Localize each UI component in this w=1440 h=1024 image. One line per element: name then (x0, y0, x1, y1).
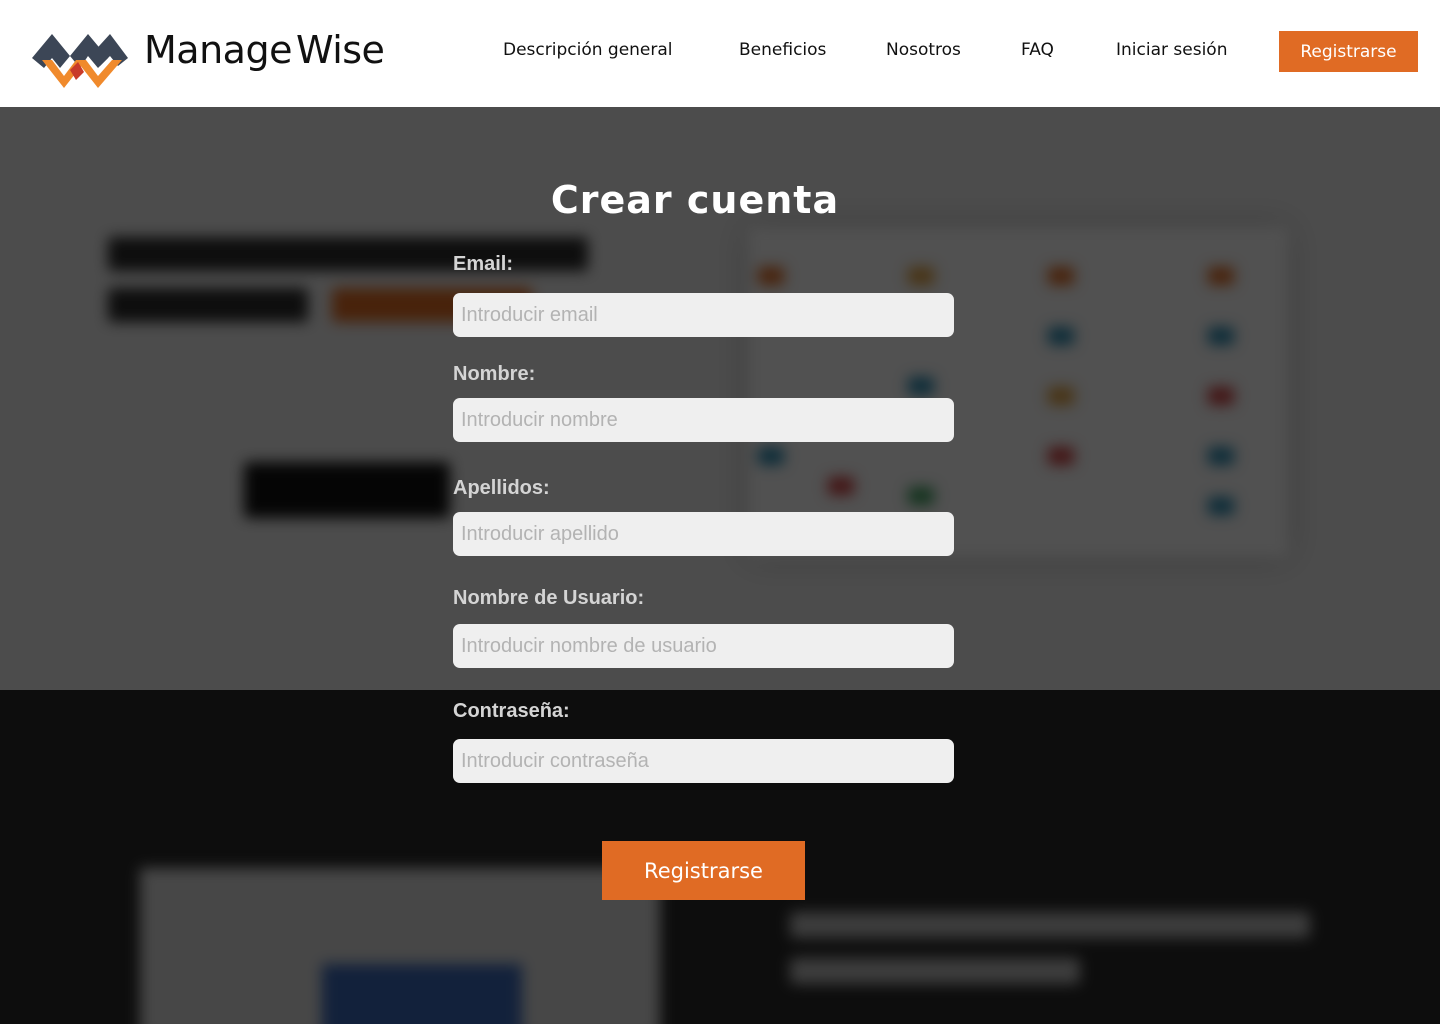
nav-link-iniciar-sesion[interactable]: Iniciar sesión (1116, 40, 1227, 60)
nav-link-faq[interactable]: FAQ (1021, 40, 1054, 60)
managewise-logo-icon[interactable] (30, 16, 130, 94)
site-header: Manage Wise Descripción general Beneficio… (0, 0, 1440, 107)
email-input[interactable] (453, 293, 954, 337)
brand-name-part-2: Wise (295, 28, 385, 72)
nav-link-nosotros[interactable]: Nosotros (886, 40, 961, 60)
nombre-label: Nombre: (453, 363, 536, 385)
email-label: Email: (453, 253, 514, 275)
nombre-input[interactable] (453, 398, 954, 442)
brand-name-part-1: Manage (144, 28, 292, 72)
password-label: Contraseña: (453, 700, 570, 722)
nav-link-descripcion-general[interactable]: Descripción general (503, 40, 673, 60)
apellidos-label: Apellidos: (453, 477, 550, 499)
username-input[interactable] (453, 624, 954, 668)
nav-link-beneficios[interactable]: Beneficios (739, 40, 826, 60)
form-title: Crear cuenta (550, 178, 840, 222)
create-account-form: Crear cuenta Email: Nombre: Apellidos: N… (0, 0, 1440, 1024)
header-register-button[interactable]: Registrarse (1279, 31, 1418, 72)
apellidos-input[interactable] (453, 512, 954, 556)
brand-name: Manage Wise (144, 28, 385, 72)
password-input[interactable] (453, 739, 954, 783)
username-label: Nombre de Usuario: (453, 587, 645, 609)
submit-register-button[interactable]: Registrarse (602, 841, 805, 900)
